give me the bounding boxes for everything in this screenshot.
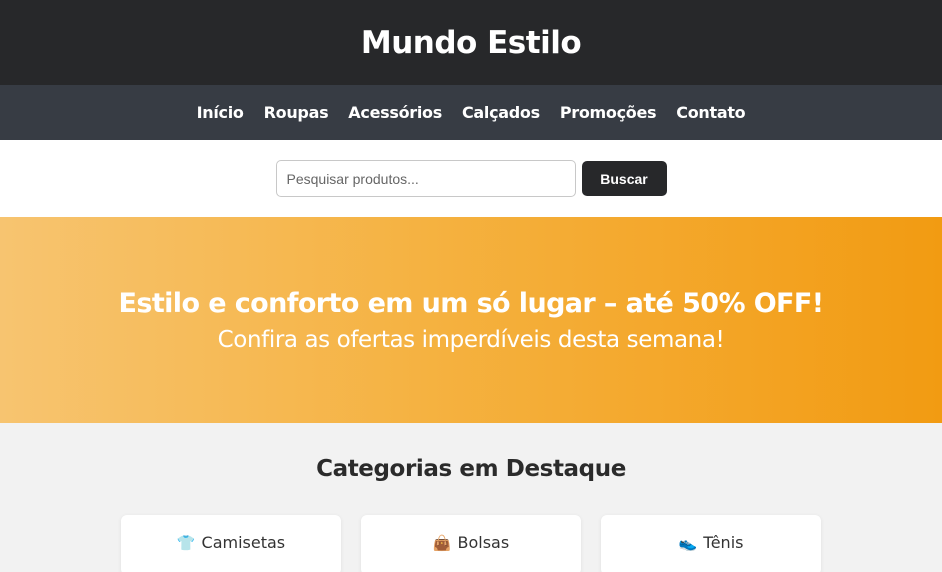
site-header: Mundo Estilo: [0, 0, 942, 85]
hero-subtitle: Confira as ofertas imperdíveis desta sem…: [217, 326, 725, 353]
nav-item-calcados[interactable]: Calçados: [462, 103, 540, 122]
hero-title: Estilo e conforto em um só lugar – até 5…: [118, 287, 825, 319]
category-card-tenis[interactable]: 👟 Tênis: [601, 515, 821, 572]
nav-item-inicio[interactable]: Início: [197, 103, 244, 122]
handbag-icon: 👜: [432, 534, 452, 552]
featured-categories: Categorias em Destaque 👕 Camisetas 👜 Bol…: [0, 423, 942, 572]
nav-item-promocoes[interactable]: Promoções: [560, 103, 657, 122]
category-grid: 👕 Camisetas 👜 Bolsas 👟 Tênis: [121, 515, 821, 572]
nav-item-acessorios[interactable]: Acessórios: [348, 103, 442, 122]
search-input[interactable]: [275, 160, 576, 197]
category-card-camisetas[interactable]: 👕 Camisetas: [121, 515, 341, 572]
hero-banner: Estilo e conforto em um só lugar – até 5…: [0, 217, 942, 423]
shirt-icon: 👕: [176, 534, 196, 552]
section-title: Categorias em Destaque: [316, 456, 626, 482]
category-card-bolsas[interactable]: 👜 Bolsas: [361, 515, 581, 572]
main-nav: Início Roupas Acessórios Calçados Promoç…: [0, 85, 942, 140]
category-label: Bolsas: [457, 533, 510, 552]
category-label: Camisetas: [201, 533, 286, 552]
sneaker-icon: 👟: [678, 534, 698, 552]
nav-item-roupas[interactable]: Roupas: [264, 103, 329, 122]
nav-item-contato[interactable]: Contato: [676, 103, 745, 122]
search-bar: Buscar: [0, 140, 942, 217]
category-label: Tênis: [703, 533, 744, 552]
search-button[interactable]: Buscar: [581, 161, 667, 196]
site-title: Mundo Estilo: [360, 24, 582, 61]
